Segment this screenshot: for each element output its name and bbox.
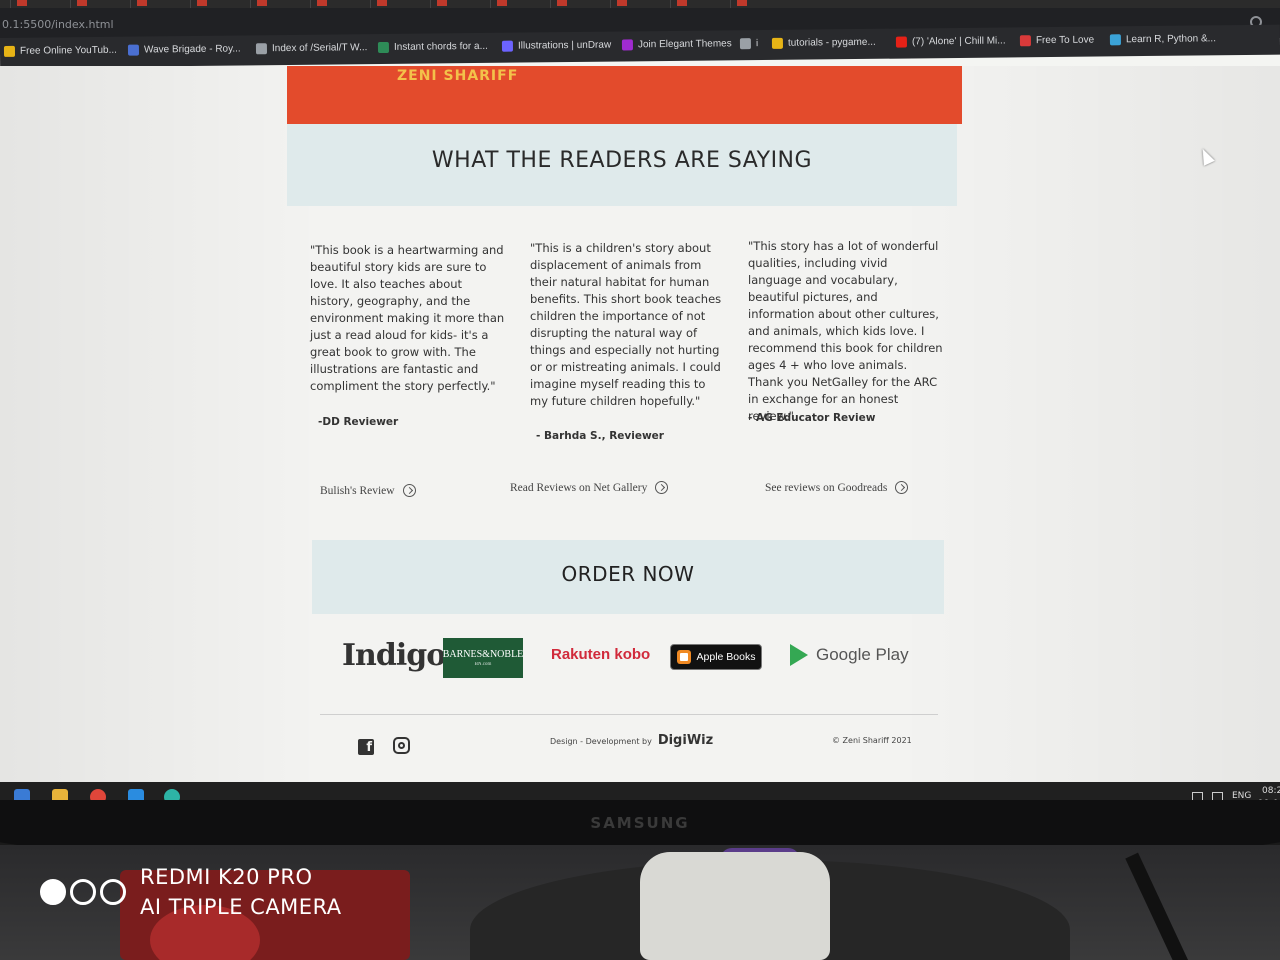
arrow-right-circle-icon — [402, 484, 416, 497]
bookmark-item[interactable]: Learn R, Python &... — [1109, 33, 1217, 46]
bookmark-favicon-icon — [127, 44, 140, 56]
browser-tab[interactable] — [430, 0, 480, 8]
copyright-text: © Zeni Shariff 2021 — [832, 736, 912, 745]
bookmark-item[interactable]: (7) 'Alone' | Chill Mi... — [895, 35, 1006, 48]
footer-credit: Design - Development by DigiWiz — [550, 733, 713, 748]
arrow-right-circle-icon — [895, 481, 909, 494]
bookmark-item[interactable]: Index of /Serial/T W... — [255, 42, 368, 55]
watermark-line-1: REDMI K20 PRO — [140, 865, 313, 889]
review-quote-2: "This is a children's story about displa… — [530, 241, 722, 408]
order-now-heading: ORDER NOW — [561, 562, 695, 586]
bookmark-favicon-icon — [3, 45, 16, 57]
bookmark-favicon-icon — [377, 41, 390, 54]
kobo-store-link[interactable]: Rakuten kobo — [551, 646, 650, 663]
bookmark-favicon-icon — [895, 36, 907, 48]
bookmark-item[interactable]: Free To Love — [1019, 34, 1095, 47]
footer-divider — [320, 714, 938, 715]
review-author-1: -DD Reviewer — [318, 416, 399, 428]
bookmark-item[interactable]: Join Elegant Themes — [621, 38, 732, 51]
instagram-icon[interactable] — [393, 737, 410, 754]
review-author-2: - Barhda S., Reviewer — [536, 430, 664, 442]
browser-tab[interactable] — [670, 0, 720, 8]
bookmark-label: Illustrations | unDraw — [517, 39, 612, 52]
review-link-label: Bulish's Review — [320, 484, 395, 497]
barnes-noble-sub-label: BN.com — [474, 662, 492, 667]
watermark-text: REDMI K20 PRO AI TRIPLE CAMERA — [140, 862, 342, 922]
barnes-noble-store-link[interactable]: BARNES&NOBLE BN.com — [443, 638, 523, 678]
apple-books-icon — [676, 650, 691, 664]
bookmark-label: Learn R, Python &... — [1125, 33, 1217, 46]
bookmark-favicon-icon — [255, 43, 268, 55]
browser-tab[interactable] — [70, 0, 120, 8]
browser-tab[interactable] — [550, 0, 600, 8]
camera-watermark: REDMI K20 PRO AI TRIPLE CAMERA — [40, 862, 342, 922]
indigo-store-link[interactable]: Indigo — [342, 638, 446, 673]
bookmark-label: Free To Love — [1035, 34, 1095, 47]
photo: 0.1:5500/index.html Free Online YouTub..… — [0, 0, 1280, 960]
net-gallery-link[interactable]: Read Reviews on Net Gallery — [510, 481, 669, 494]
browser-tab[interactable] — [190, 0, 240, 8]
browser-tab[interactable] — [730, 0, 780, 8]
bookmark-item[interactable]: i — [739, 38, 759, 50]
bookmark-label: i — [755, 38, 759, 50]
camera-device — [640, 852, 830, 960]
review-link-label: See reviews on Goodreads — [765, 481, 888, 494]
bookmark-label: (7) 'Alone' | Chill Mi... — [911, 35, 1006, 48]
google-play-icon — [790, 644, 808, 666]
arrow-right-circle-icon — [655, 481, 669, 494]
watermark-dots-icon — [40, 879, 126, 905]
readers-heading: WHAT THE READERS ARE SAYING — [431, 148, 813, 173]
browser-tab-strip — [0, 0, 1280, 8]
credit-label: Design - Development by — [550, 737, 652, 746]
bookmark-item[interactable]: Illustrations | unDraw — [501, 39, 612, 52]
bookmark-label: Join Elegant Themes — [637, 38, 732, 51]
review-quote-1: "This book is a heartwarming and beautif… — [310, 243, 505, 393]
browser-tab[interactable] — [130, 0, 180, 8]
barnes-noble-label: BARNES&NOBLE — [442, 649, 524, 660]
review-quote-3: "This story has a lot of wonderful quali… — [748, 239, 943, 423]
browser-tab[interactable] — [10, 0, 60, 8]
browser-tab[interactable] — [370, 0, 420, 8]
browser-tab[interactable] — [490, 0, 540, 8]
clock-time[interactable]: 08:2 — [1262, 786, 1280, 796]
order-now-box: ORDER NOW — [312, 540, 944, 614]
bookmark-favicon-icon — [621, 39, 634, 51]
watermark-line-2: AI TRIPLE CAMERA — [140, 895, 342, 919]
monitor-brand-label: SAMSUNG — [590, 814, 690, 832]
browser-tab[interactable] — [310, 0, 360, 8]
goodreads-link[interactable]: See reviews on Goodreads — [765, 481, 909, 494]
web-page: ZENI SHARIFF WHAT THE READERS ARE SAYING… — [0, 66, 1280, 786]
browser-tab[interactable] — [250, 0, 300, 8]
browser-tab[interactable] — [610, 0, 660, 8]
bookmark-favicon-icon — [771, 37, 783, 49]
book-cover-strip: ZENI SHARIFF — [287, 66, 962, 124]
apple-books-label: Apple Books — [696, 651, 756, 663]
bookmark-item[interactable]: tutorials - pygame... — [771, 36, 876, 49]
readers-heading-box: WHAT THE READERS ARE SAYING — [287, 124, 957, 206]
bulish-review-link[interactable]: Bulish's Review — [320, 484, 416, 497]
bookmark-favicon-icon — [739, 38, 752, 50]
bookmark-favicon-icon — [1019, 35, 1031, 47]
facebook-icon[interactable]: f — [358, 739, 374, 755]
bookmark-label: Free Online YouTub... — [19, 44, 117, 57]
bookmark-label: Instant chords for a... — [393, 40, 488, 53]
bookmark-label: Wave Brigade - Roy... — [143, 43, 241, 56]
review-author-3: - AG Educator Review — [748, 412, 876, 424]
bookmark-label: Index of /Serial/T W... — [271, 42, 368, 55]
apple-books-store-link[interactable]: Apple Books — [670, 644, 762, 670]
google-play-label: Google Play — [816, 645, 909, 664]
bookmark-item[interactable]: Instant chords for a... — [377, 40, 488, 54]
monitor-screen: 0.1:5500/index.html Free Online YouTub..… — [0, 0, 1280, 812]
bookmark-item[interactable]: Wave Brigade - Roy... — [127, 43, 241, 56]
google-play-store-link[interactable]: Google Play — [790, 644, 909, 666]
digiwiz-link[interactable]: DigiWiz — [658, 733, 713, 748]
bookmark-item[interactable]: Free Online YouTub... — [3, 44, 117, 57]
bookmark-favicon-icon — [501, 40, 514, 52]
bookmark-favicon-icon — [1109, 34, 1121, 46]
cover-author-text: ZENI SHARIFF — [397, 68, 519, 84]
review-link-label: Read Reviews on Net Gallery — [510, 481, 648, 494]
bookmark-label: tutorials - pygame... — [787, 36, 876, 49]
url-text[interactable]: 0.1:5500/index.html — [2, 18, 114, 31]
